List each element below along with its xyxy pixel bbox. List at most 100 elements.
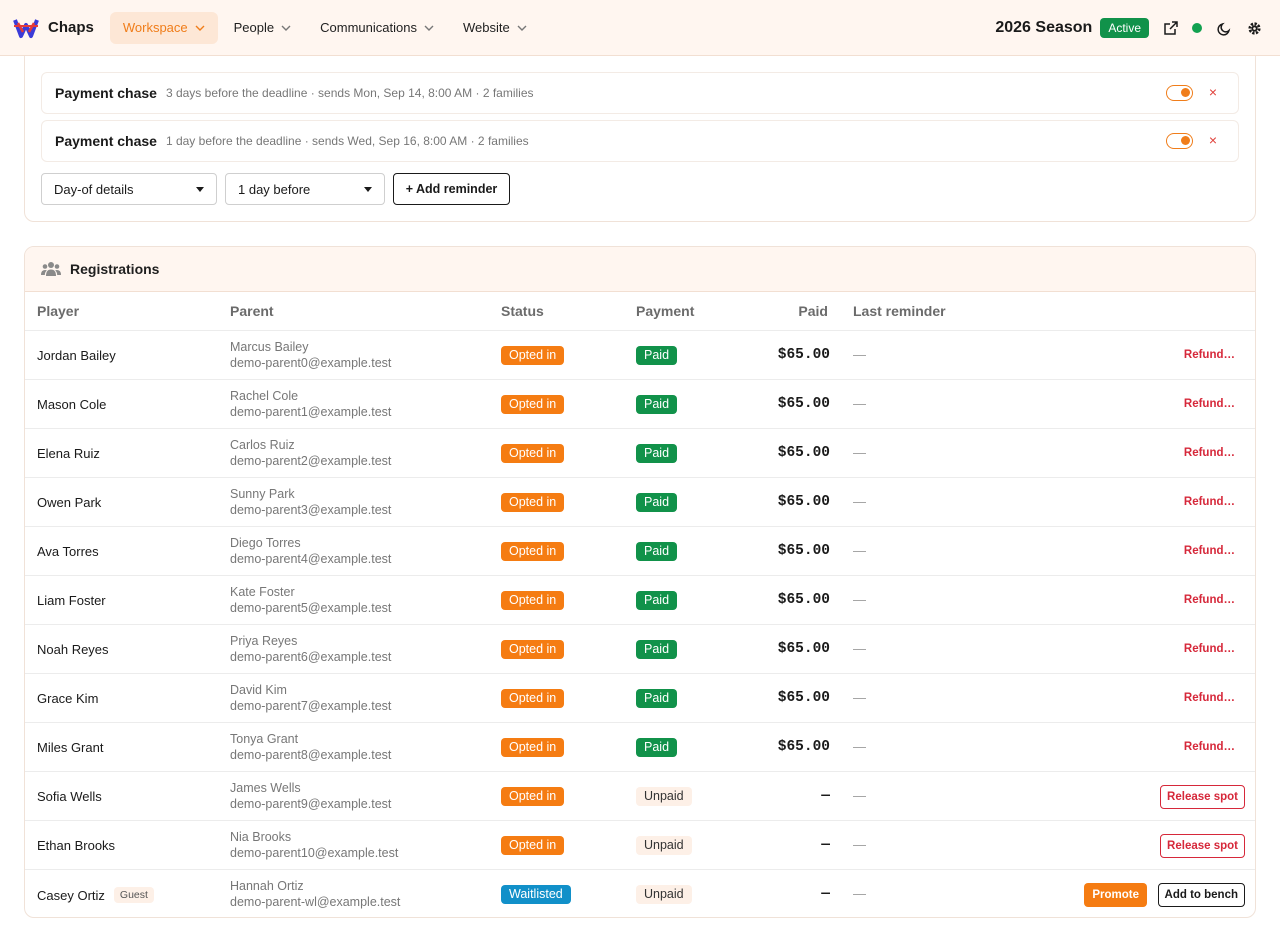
parent-email: demo-parent6@example.test	[230, 650, 392, 664]
payment-badge: Paid	[636, 591, 678, 610]
promote-button[interactable]: Promote	[1084, 883, 1147, 907]
player-name-cell: Jordan Bailey	[37, 348, 116, 363]
payment-badge: Paid	[636, 346, 678, 365]
last-reminder: —	[853, 641, 866, 656]
external-link-icon[interactable]	[1163, 20, 1179, 36]
refund-button[interactable]: Refund…	[1184, 545, 1235, 557]
refund-button[interactable]: Refund…	[1184, 496, 1235, 508]
parent-email: demo-parent3@example.test	[230, 503, 392, 517]
player-name-cell: Mason Cole	[37, 397, 106, 412]
registrations-card: Registrations Player Parent Status Payme…	[24, 246, 1256, 918]
column-header-status[interactable]: Status	[501, 303, 544, 319]
last-reminder: —	[853, 494, 866, 509]
reminders-card: Payment chase 3 days before the deadline…	[24, 30, 1256, 222]
nav-workspace-label: Workspace	[122, 20, 188, 35]
refund-button[interactable]: Refund…	[1184, 398, 1235, 410]
registrations-title: Registrations	[70, 261, 160, 277]
people-icon	[41, 262, 61, 276]
moon-icon[interactable]	[1216, 20, 1232, 36]
refund-button[interactable]: Refund…	[1184, 349, 1235, 361]
top-nav: Chaps Workspace People Communications We…	[0, 0, 1280, 56]
reminder-row: Payment chase 1 day before the deadline …	[41, 120, 1239, 162]
column-header-parent[interactable]: Parent	[230, 303, 274, 319]
column-header-last-reminder[interactable]: Last reminder	[853, 303, 946, 319]
release-spot-button[interactable]: Release spot	[1160, 785, 1245, 809]
nav-people[interactable]: People	[221, 12, 304, 44]
table-row: Owen Park Sunny Park demo-parent3@example.…	[25, 478, 1255, 527]
parent-email: demo-parent5@example.test	[230, 601, 392, 615]
reminder-toggle[interactable]	[1166, 133, 1193, 149]
parent-email: demo-parent0@example.test	[230, 356, 392, 370]
gear-icon[interactable]	[1246, 20, 1262, 36]
payment-badge: Paid	[636, 395, 678, 414]
table-row: Ethan Brooks Nia Brooks demo-parent10@exam…	[25, 821, 1255, 870]
caret-down-icon	[196, 187, 204, 192]
brand-name[interactable]: Chaps	[48, 19, 94, 36]
payment-badge: Paid	[636, 493, 678, 512]
season-title: 2026 Season	[995, 19, 1093, 36]
column-header-player[interactable]: Player	[37, 303, 79, 319]
release-spot-button[interactable]: Release spot	[1160, 834, 1245, 858]
player-name-cell: Liam Foster	[37, 593, 106, 608]
table-row: Jordan Bailey Marcus Bailey demo-parent0@e…	[25, 331, 1255, 380]
parent-name: James Wells	[230, 781, 301, 795]
add-to-bench-button[interactable]: Add to bench	[1157, 883, 1245, 907]
close-icon[interactable]: ×	[1206, 85, 1220, 99]
player-name: Sofia Wells	[37, 789, 102, 804]
player-name-cell: Noah Reyes	[37, 642, 109, 657]
parent-name: Nia Brooks	[230, 830, 292, 844]
reminder-description: 1 day before the deadline · sends Wed, S…	[165, 134, 529, 148]
parent-name: Hannah Ortiz	[230, 879, 304, 893]
close-icon[interactable]: ×	[1206, 133, 1220, 147]
chevron-down-icon	[281, 25, 291, 31]
nav-communications[interactable]: Communications	[307, 12, 447, 44]
reminder-type-select[interactable]: Day-of details	[41, 173, 217, 205]
paid-amount: $65.00	[777, 641, 830, 657]
caret-down-icon	[364, 187, 372, 192]
last-reminder: —	[853, 886, 866, 901]
nav-people-label: People	[233, 20, 275, 35]
payment-badge: Unpaid	[636, 787, 692, 806]
parent-name: Carlos Ruiz	[230, 438, 295, 452]
reminder-timing-select[interactable]: 1 day before	[225, 173, 385, 205]
last-reminder: —	[853, 543, 866, 558]
player-name-cell: Ethan Brooks	[37, 838, 115, 853]
parent-name: Sunny Park	[230, 487, 295, 501]
table-row: Liam Foster Kate Foster demo-parent5@examp…	[25, 576, 1255, 625]
chaps-logo-icon[interactable]	[13, 17, 39, 39]
column-header-paid[interactable]: Paid	[798, 303, 828, 319]
refund-button[interactable]: Refund…	[1184, 741, 1235, 753]
player-name-cell: Ava Torres	[37, 544, 99, 559]
add-reminder-button[interactable]: + Add reminder	[393, 173, 510, 205]
table-row: Sofia Wells James Wells demo-parent9@examp…	[25, 772, 1255, 821]
reminder-timing-value: 1 day before	[238, 181, 311, 197]
refund-button[interactable]: Refund…	[1184, 692, 1235, 704]
parent-email: demo-parent1@example.test	[230, 405, 392, 419]
refund-button[interactable]: Refund…	[1184, 447, 1235, 459]
column-header-payment[interactable]: Payment	[636, 303, 694, 319]
paid-amount: —	[821, 886, 830, 902]
payment-badge: Paid	[636, 640, 678, 659]
nav-website[interactable]: Website	[450, 12, 540, 44]
parent-name: Kate Foster	[230, 585, 295, 599]
reminder-title: Payment chase	[55, 133, 157, 149]
refund-button[interactable]: Refund…	[1184, 643, 1235, 655]
chevron-down-icon	[424, 25, 434, 31]
reminder-toggle[interactable]	[1166, 85, 1193, 101]
nav-workspace[interactable]: Workspace	[109, 11, 218, 44]
payment-badge: Paid	[636, 738, 678, 757]
last-reminder: —	[853, 837, 866, 852]
status-badge: Opted in	[501, 591, 565, 610]
parent-email: demo-parent-wl@example.test	[230, 895, 401, 909]
payment-badge: Paid	[636, 542, 678, 561]
paid-amount: $65.00	[777, 592, 830, 608]
last-reminder: —	[853, 690, 866, 705]
status-badge: Opted in	[501, 787, 565, 806]
chevron-down-icon	[195, 25, 205, 31]
refund-button[interactable]: Refund…	[1184, 594, 1235, 606]
last-reminder: —	[853, 788, 866, 803]
status-badge: Waitlisted	[501, 885, 571, 904]
last-reminder: —	[853, 739, 866, 754]
payment-badge: Unpaid	[636, 836, 692, 855]
status-dot-icon	[1192, 23, 1202, 33]
